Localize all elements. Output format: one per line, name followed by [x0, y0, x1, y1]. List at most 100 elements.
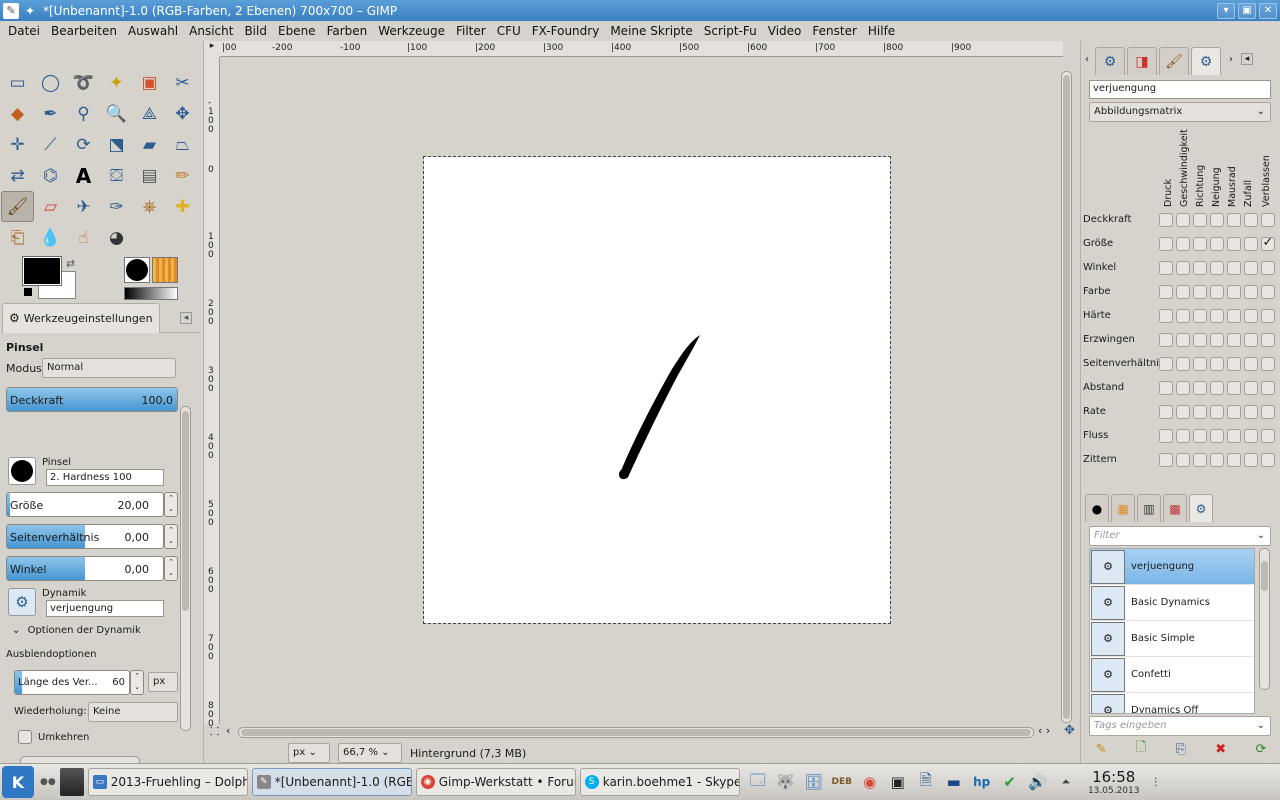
navigate-icon[interactable]: ⸬	[210, 724, 219, 739]
matrix-checkbox[interactable]	[1176, 333, 1190, 347]
matrix-checkbox[interactable]	[1261, 261, 1275, 275]
matrix-checkbox[interactable]	[1261, 333, 1275, 347]
menu-fenster[interactable]: Fenster	[812, 24, 857, 38]
matrix-checkbox[interactable]	[1227, 285, 1241, 299]
desktop-pager-icon[interactable]: ●●	[40, 777, 56, 787]
task-gimp[interactable]: ✎ *[Unbenannt]-1.0 (RGB-...	[251, 768, 412, 796]
foreground-color[interactable]	[22, 256, 62, 286]
matrix-checkbox[interactable]	[1210, 453, 1224, 467]
matrix-checkbox[interactable]	[1244, 453, 1258, 467]
tool-options-scrollbar[interactable]	[180, 406, 191, 731]
matrix-checkbox[interactable]	[1193, 261, 1207, 275]
matrix-checkbox[interactable]	[1261, 213, 1275, 227]
angle-spinner[interactable]: ⌃ ⌄	[164, 556, 178, 581]
vertical-ruler[interactable]: -100 0 100 200 300 400 500 600 700 800	[204, 57, 220, 729]
matrix-checkbox[interactable]	[1227, 429, 1241, 443]
matrix-checkbox[interactable]	[1159, 429, 1173, 443]
flip-tool-icon[interactable]: ⇄	[1, 160, 34, 191]
reverse-checkbox[interactable]	[18, 730, 32, 744]
size-spinner[interactable]: ⌃ ⌄	[164, 492, 178, 517]
menu-fx-foundry[interactable]: FX-Foundry	[532, 24, 600, 38]
matrix-checkbox[interactable]	[1176, 261, 1190, 275]
size-slider[interactable]: Größe 20,00	[6, 492, 164, 517]
menu-bild[interactable]: Bild	[244, 24, 267, 38]
menu-filter[interactable]: Filter	[456, 24, 486, 38]
matrix-checkbox[interactable]	[1244, 261, 1258, 275]
matrix-checkbox[interactable]	[1159, 285, 1173, 299]
matrix-checkbox[interactable]	[1159, 213, 1173, 227]
task-browser[interactable]: ◉ Gimp-Werkstatt • Forum	[415, 768, 576, 796]
fade-unit-select[interactable]: px	[148, 672, 178, 692]
menu-datei[interactable]: Datei	[8, 24, 40, 38]
task-skype[interactable]: S karin.boehme1 - Skype™	[579, 768, 740, 796]
volume-icon[interactable]: 🔊	[1024, 768, 1052, 796]
tool-options-scrollbar-thumb[interactable]	[182, 411, 189, 611]
task-dolphin[interactable]: ▭ 2013-Fruehling – Dolphin	[87, 768, 248, 796]
matrix-checkbox[interactable]	[1227, 309, 1241, 323]
menu-bearbeiten[interactable]: Bearbeiten	[51, 24, 117, 38]
align-tool-icon[interactable]: ✛	[1, 129, 34, 160]
matrix-checkbox[interactable]	[1159, 381, 1173, 395]
canvas-hscroll-thumb[interactable]	[241, 729, 1031, 736]
shear-tool-icon[interactable]: ▰	[133, 129, 166, 160]
matrix-checkbox[interactable]	[1193, 405, 1207, 419]
maximize-button[interactable]: ▣	[1238, 2, 1256, 19]
matrix-checkbox[interactable]	[1227, 453, 1241, 467]
matrix-checkbox[interactable]	[1193, 309, 1207, 323]
matrix-checkbox[interactable]	[1176, 405, 1190, 419]
matrix-checkbox[interactable]	[1261, 381, 1275, 395]
update-check-icon[interactable]: ✔	[996, 768, 1024, 796]
delete-dynamics-icon[interactable]: ✖	[1215, 742, 1226, 757]
chrome-launcher-icon[interactable]: ◉	[856, 768, 884, 796]
edit-dynamics-icon[interactable]: ✎	[1096, 742, 1107, 757]
blend-tool-icon[interactable]: ▤	[133, 160, 166, 191]
matrix-checkbox[interactable]	[1176, 429, 1190, 443]
matrix-checkbox[interactable]	[1244, 285, 1258, 299]
smudge-tool-icon[interactable]: ☝	[67, 222, 100, 253]
matrix-checkbox[interactable]	[1176, 285, 1190, 299]
paths-tool-icon[interactable]: ✒	[34, 98, 67, 129]
matrix-checkbox[interactable]	[1244, 429, 1258, 443]
repeat-select[interactable]: Keine	[88, 702, 178, 722]
unit-select[interactable]: px ⌄	[288, 743, 330, 763]
select-by-color-tool-icon[interactable]: ▣	[133, 67, 166, 98]
kde-start-button[interactable]: K	[2, 766, 34, 798]
blur-tool-icon[interactable]: 💧	[34, 222, 67, 253]
menu-ansicht[interactable]: Ansicht	[189, 24, 233, 38]
matrix-checkbox[interactable]	[1244, 357, 1258, 371]
rotate-tool-icon[interactable]: ⟳	[67, 129, 100, 160]
tab-patterns-icon[interactable]: ▦	[1111, 494, 1135, 522]
scale-tool-icon[interactable]: ⬔	[100, 129, 133, 160]
brush-preview-button[interactable]	[8, 457, 36, 485]
matrix-checkbox[interactable]	[1159, 405, 1173, 419]
canvas-viewport[interactable]	[221, 58, 1062, 724]
pencil-tool-icon[interactable]: ✏	[166, 160, 199, 191]
dynamics-list-scrollbar[interactable]	[1259, 548, 1270, 690]
rect-select-tool-icon[interactable]: ▭	[1, 67, 34, 98]
matrix-checkbox[interactable]	[1210, 357, 1224, 371]
matrix-checkbox[interactable]	[1244, 309, 1258, 323]
matrix-checkbox[interactable]	[1227, 237, 1241, 251]
matrix-checkbox[interactable]	[1244, 405, 1258, 419]
canvas-vscrollbar[interactable]	[1061, 71, 1072, 723]
heal-tool-icon[interactable]: ✚	[166, 191, 199, 222]
matrix-checkbox[interactable]	[1193, 237, 1207, 251]
scissors-tool-icon[interactable]: ✂	[166, 67, 199, 98]
text-tool-icon[interactable]: A	[67, 160, 100, 191]
terminal-icon[interactable]: ▣	[884, 768, 912, 796]
menu-auswahl[interactable]: Auswahl	[128, 24, 178, 38]
tab-tool-options[interactable]: ⚙ Werkzeugeinstellungen	[2, 302, 160, 333]
paintbrush-tool-icon[interactable]: 🖌	[1, 191, 34, 222]
matrix-checkbox[interactable]	[1159, 333, 1173, 347]
matrix-checkbox[interactable]	[1244, 333, 1258, 347]
new-dynamics-icon[interactable]: 🗋	[1136, 738, 1146, 760]
menu-script-fu[interactable]: Script-Fu	[704, 24, 757, 38]
matrix-checkbox[interactable]	[1227, 213, 1241, 227]
matrix-checkbox[interactable]	[1176, 309, 1190, 323]
gradient-indicator[interactable]	[124, 287, 178, 300]
ellipse-select-tool-icon[interactable]: ◯	[34, 67, 67, 98]
matrix-checkbox[interactable]	[1159, 261, 1173, 275]
matrix-checkbox[interactable]	[1210, 429, 1224, 443]
matrix-checkbox[interactable]	[1227, 333, 1241, 347]
brush-name-field[interactable]: 2. Hardness 100	[46, 469, 164, 486]
